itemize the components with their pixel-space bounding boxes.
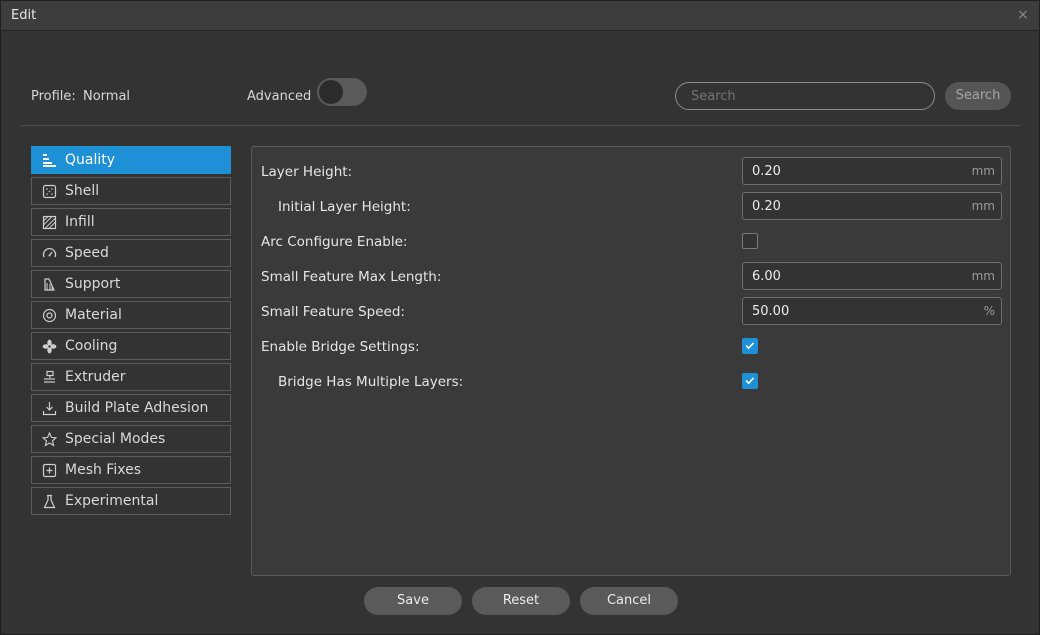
layer-height-value: 0.20 (752, 164, 781, 179)
quality-icon (43, 154, 56, 167)
small-feature-speed-field[interactable]: 50.00 % (742, 297, 1002, 325)
search-input[interactable] (675, 82, 935, 110)
search-button[interactable]: Search (945, 82, 1011, 110)
mesh-fixes-icon (42, 463, 57, 478)
bridge-multiple-layers-label: Bridge Has Multiple Layers: (278, 374, 464, 390)
small-feature-max-length-label: Small Feature Max Length: (261, 269, 442, 285)
settings-panel: Layer Height: 0.20 mm Initial Layer Heig… (251, 146, 1011, 576)
small-feature-speed-label: Small Feature Speed: (261, 304, 405, 320)
initial-layer-height-field[interactable]: 0.20 mm (742, 192, 1002, 220)
save-button[interactable]: Save (364, 587, 462, 615)
sidebar-item-label: Extruder (65, 369, 126, 385)
extruder-icon (44, 370, 55, 383)
sidebar-item-experimental[interactable]: Experimental (31, 487, 231, 515)
sidebar-item-label: Build Plate Adhesion (65, 400, 209, 416)
sidebar-item-label: Mesh Fixes (65, 462, 141, 478)
title-bar: Edit × (1, 1, 1039, 31)
sidebar-item-label: Special Modes (65, 431, 166, 447)
initial-layer-height-unit: mm (971, 199, 995, 213)
initial-layer-height-value: 0.20 (752, 199, 781, 214)
sidebar-item-extruder[interactable]: Extruder (31, 363, 231, 391)
star-icon (42, 432, 57, 447)
sidebar-item-label: Shell (65, 183, 100, 199)
initial-layer-height-label: Initial Layer Height: (278, 199, 411, 215)
speed-icon (42, 247, 57, 258)
small-feature-max-length-value: 6.00 (752, 269, 781, 284)
sidebar-item-shell[interactable]: Shell (31, 177, 231, 205)
sidebar-item-material[interactable]: Material (31, 301, 231, 329)
support-icon (44, 278, 55, 291)
sidebar-item-label: Cooling (65, 338, 118, 354)
layer-height-label: Layer Height: (261, 164, 353, 180)
sidebar-item-label: Quality (65, 152, 116, 168)
infill-icon (42, 215, 57, 230)
small-feature-max-length-field[interactable]: 6.00 mm (742, 262, 1002, 290)
small-feature-speed-unit: % (983, 304, 995, 318)
sidebar-item-cooling[interactable]: Cooling (31, 332, 231, 360)
toolbar-divider (21, 125, 1021, 126)
sidebar-item-label: Infill (65, 214, 95, 230)
checkmark-icon (745, 377, 755, 385)
small-feature-speed-value: 50.00 (752, 304, 790, 319)
sidebar-item-speed[interactable]: Speed (31, 239, 231, 267)
category-sidebar: Quality Shell Infill Speed Support Mater… (31, 146, 231, 518)
window-title: Edit (11, 8, 37, 23)
cooling-icon (42, 339, 57, 354)
arc-configure-enable-checkbox[interactable] (742, 233, 758, 249)
close-icon[interactable]: × (1015, 7, 1031, 23)
advanced-label: Advanced (247, 89, 312, 104)
checkmark-icon (745, 342, 755, 350)
sidebar-item-infill[interactable]: Infill (31, 208, 231, 236)
flask-icon (43, 494, 56, 509)
arc-configure-enable-label: Arc Configure Enable: (261, 234, 408, 250)
toggle-knob (319, 80, 343, 104)
enable-bridge-settings-label: Enable Bridge Settings: (261, 339, 420, 355)
sidebar-item-build-plate-adhesion[interactable]: Build Plate Adhesion (31, 394, 231, 422)
sidebar-item-label: Material (65, 307, 122, 323)
sidebar-item-label: Experimental (65, 493, 159, 509)
profile-value: Normal (83, 89, 131, 104)
sidebar-item-mesh-fixes[interactable]: Mesh Fixes (31, 456, 231, 484)
bridge-multiple-layers-checkbox[interactable] (742, 373, 758, 389)
cancel-button[interactable]: Cancel (580, 587, 678, 615)
reset-button[interactable]: Reset (472, 587, 570, 615)
sidebar-item-quality[interactable]: Quality (31, 146, 231, 174)
edit-dialog: Edit × Profile: Normal Advanced Search Q… (0, 0, 1040, 635)
small-feature-max-length-unit: mm (971, 269, 995, 283)
profile-label: Profile: (31, 89, 76, 104)
sidebar-item-support[interactable]: Support (31, 270, 231, 298)
material-icon (42, 308, 57, 323)
sidebar-item-label: Speed (65, 245, 109, 261)
enable-bridge-settings-checkbox[interactable] (742, 338, 758, 354)
shell-icon (42, 184, 57, 199)
layer-height-unit: mm (971, 164, 995, 178)
advanced-toggle[interactable] (317, 78, 367, 106)
build-plate-icon (42, 402, 57, 416)
sidebar-item-label: Support (65, 276, 121, 292)
layer-height-field[interactable]: 0.20 mm (742, 157, 1002, 185)
sidebar-item-special-modes[interactable]: Special Modes (31, 425, 231, 453)
